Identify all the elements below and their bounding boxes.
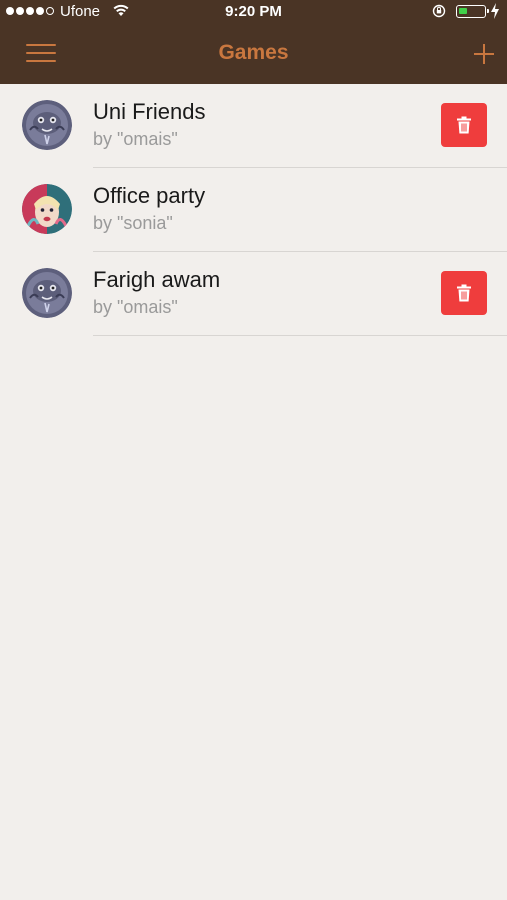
game-row[interactable]: Farigh awam by "omais" [0, 252, 507, 336]
game-title: Uni Friends [93, 99, 206, 124]
navigation-bar: Games [0, 24, 507, 84]
game-title: Farigh awam [93, 267, 221, 292]
charging-bolt-icon [491, 3, 499, 19]
rotation-lock-icon [432, 4, 446, 18]
cartoon-avatar-icon [22, 100, 72, 150]
status-bar: Ufone 9:20 PM [0, 0, 507, 24]
add-game-plus-icon[interactable] [472, 42, 496, 66]
delete-button[interactable] [441, 271, 487, 315]
photo-avatar-icon [22, 184, 72, 234]
clock: 9:20 PM [225, 3, 282, 20]
delete-button[interactable] [441, 103, 487, 147]
row-divider [93, 335, 507, 336]
game-title: Office party [93, 183, 206, 208]
page-title: Games [218, 41, 289, 64]
game-row[interactable]: Uni Friends by "omais" [0, 84, 507, 168]
trash-icon [457, 284, 471, 302]
trash-icon [457, 116, 471, 134]
games-list: Uni Friends by "omais" Office party by "… [0, 84, 507, 336]
game-owner: by "omais" [93, 129, 178, 149]
battery-icon [456, 5, 489, 18]
cartoon-avatar-icon [22, 268, 72, 318]
game-owner: by "omais" [93, 297, 178, 317]
app-screen: Ufone 9:20 PM Games Uni Friends by "omai… [0, 0, 507, 900]
game-row[interactable]: Office party by "sonia" [0, 168, 507, 252]
top-bar: Ufone 9:20 PM Games [0, 0, 507, 84]
game-owner: by "sonia" [93, 213, 173, 233]
